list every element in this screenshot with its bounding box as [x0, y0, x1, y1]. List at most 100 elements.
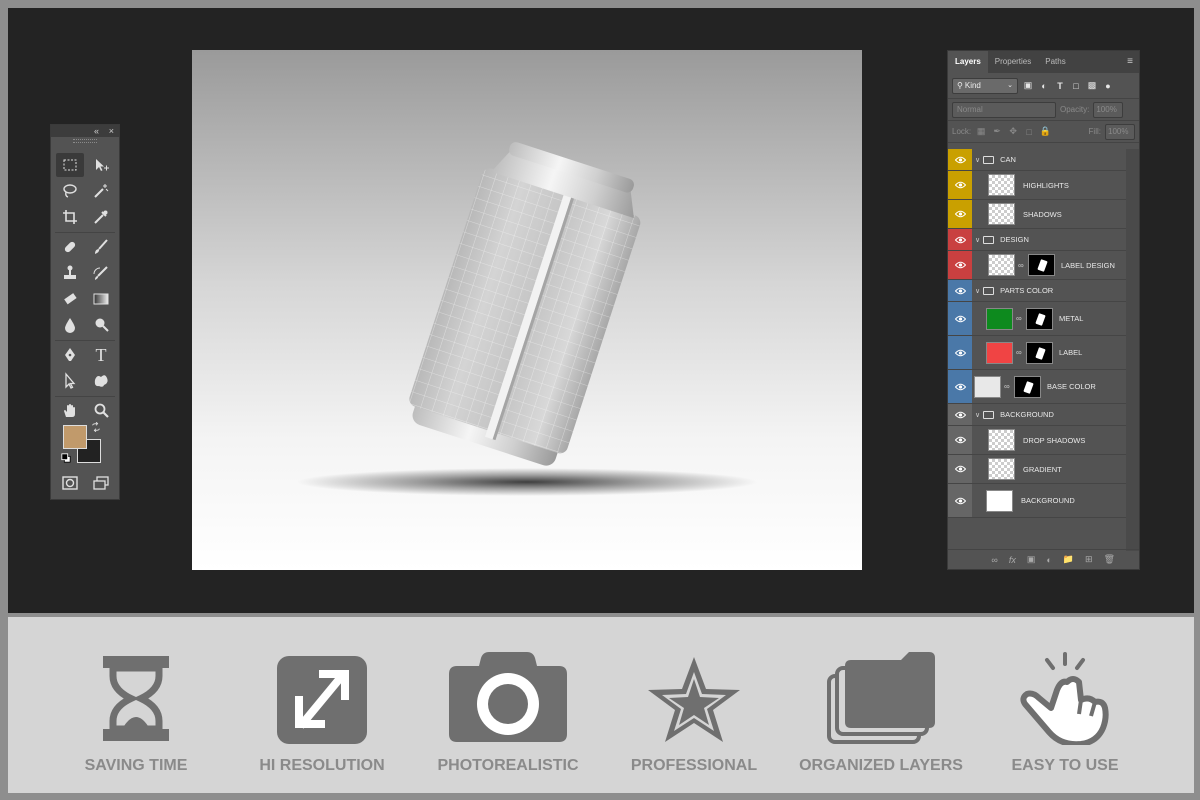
layer-mask-thumbnail[interactable] [1026, 341, 1053, 364]
default-colors-icon[interactable] [59, 451, 73, 465]
layer-row[interactable]: ∨ BACKGROUND [948, 404, 1126, 426]
type-icon[interactable]: T [87, 343, 115, 367]
layer-name: LABEL [1059, 348, 1083, 357]
panel-menu-icon[interactable]: ≡ [1127, 51, 1133, 73]
fx-icon[interactable]: fx [1009, 555, 1016, 565]
lock-all-icon[interactable]: 🔒 [1039, 126, 1051, 138]
lock-artboard-icon[interactable]: □ [1023, 126, 1035, 138]
layer-row[interactable]: ∨ PARTS COLOR [948, 280, 1126, 302]
screen-mode-icon[interactable] [87, 471, 115, 495]
group-expand-chevron-icon[interactable]: ∨ [975, 156, 980, 164]
layer-row[interactable]: SHADOWS [948, 200, 1126, 229]
hand-icon[interactable] [56, 399, 84, 423]
blend-row: Normal Opacity: 100% [948, 99, 1139, 121]
visibility-eye-icon[interactable] [948, 200, 972, 228]
visibility-eye-icon[interactable] [948, 426, 972, 454]
visibility-eye-icon[interactable] [948, 149, 972, 170]
healing-brush-icon[interactable] [56, 235, 84, 259]
layer-row[interactable]: ∞ LABEL DESIGN [948, 251, 1126, 280]
visibility-eye-icon[interactable] [948, 336, 972, 369]
tab-properties[interactable]: Properties [988, 51, 1038, 73]
lasso-icon[interactable] [56, 179, 84, 203]
mask-link-icon[interactable]: ∞ [1016, 348, 1024, 357]
pen-icon[interactable] [56, 343, 84, 367]
visibility-eye-icon[interactable] [948, 370, 972, 403]
eyedropper-icon[interactable] [87, 205, 115, 229]
opacity-input[interactable]: 100% [1093, 101, 1124, 118]
mask-link-icon[interactable]: ∞ [1018, 261, 1026, 270]
gradient-icon[interactable] [87, 287, 115, 311]
layer-row[interactable]: ∨ DESIGN [948, 229, 1126, 251]
layer-mask-thumbnail[interactable] [1014, 375, 1041, 398]
layer-row[interactable]: HIGHLIGHTS [948, 171, 1126, 200]
quick-mask-icon[interactable] [56, 471, 84, 495]
clone-stamp-icon[interactable] [56, 261, 84, 285]
layers-panel: Layers Properties Paths ≡ ⚲ Kind ⌄ ▣ ◐ T… [947, 50, 1140, 570]
tab-paths[interactable]: Paths [1038, 51, 1072, 73]
custom-shape-icon[interactable] [87, 369, 115, 393]
filter-toggle-icon[interactable]: ● [1102, 80, 1114, 92]
layer-row[interactable]: ∨ CAN [948, 149, 1126, 171]
mask-link-icon[interactable]: ∞ [1016, 314, 1024, 323]
zoom-icon[interactable] [87, 399, 115, 423]
delete-layer-icon[interactable]: 🗑 [1104, 554, 1115, 565]
foreground-color-swatch[interactable] [63, 425, 87, 449]
shape-filter-icon[interactable]: □ [1070, 80, 1082, 92]
group-expand-chevron-icon[interactable]: ∨ [975, 287, 980, 295]
adjustment-filter-icon[interactable]: ◐ [1038, 80, 1050, 92]
brush-icon[interactable] [87, 235, 115, 259]
path-selection-icon[interactable] [56, 369, 84, 393]
rectangular-marquee-icon[interactable] [56, 153, 84, 177]
type-filter-icon[interactable]: T [1054, 80, 1066, 92]
magic-wand-icon[interactable] [87, 179, 115, 203]
add-mask-icon[interactable]: ▣ [1027, 554, 1036, 565]
layer-mask-thumbnail[interactable] [1026, 307, 1053, 330]
visibility-eye-icon[interactable] [948, 280, 972, 301]
layer-thumbnail [986, 341, 1013, 364]
visibility-eye-icon[interactable] [948, 404, 972, 425]
lock-image-icon[interactable]: ✒ [991, 126, 1003, 138]
link-layers-icon[interactable]: ∞ [991, 555, 997, 565]
layer-row[interactable]: ∞ METAL [948, 302, 1126, 336]
lock-position-icon[interactable]: ✥ [1007, 126, 1019, 138]
layer-row[interactable]: GRADIENT [948, 455, 1126, 484]
history-brush-icon[interactable] [87, 261, 115, 285]
layer-mask-thumbnail[interactable] [1028, 254, 1055, 276]
fill-input[interactable]: 100% [1105, 123, 1135, 140]
new-layer-icon[interactable]: ⊞ [1085, 554, 1093, 565]
layer-thumbnail [986, 489, 1013, 512]
blur-icon[interactable] [56, 313, 84, 337]
smart-object-filter-icon[interactable]: ▩ [1086, 80, 1098, 92]
adjustment-layer-icon[interactable]: ◐ [1046, 555, 1051, 565]
visibility-eye-icon[interactable] [948, 302, 972, 335]
swap-colors-icon[interactable] [89, 421, 103, 433]
filter-kind-select[interactable]: ⚲ Kind ⌄ [952, 77, 1018, 94]
visibility-eye-icon[interactable] [948, 251, 972, 279]
collapse-icon[interactable]: « [94, 125, 99, 137]
layer-row[interactable]: ∞ LABEL [948, 336, 1126, 370]
group-expand-chevron-icon[interactable]: ∨ [975, 236, 980, 244]
visibility-eye-icon[interactable] [948, 484, 972, 517]
visibility-eye-icon[interactable] [948, 229, 972, 250]
layer-row[interactable]: DROP SHADOWS [948, 426, 1126, 455]
crop-icon[interactable] [56, 205, 84, 229]
tab-layers[interactable]: Layers [948, 51, 988, 73]
document-canvas[interactable] [192, 50, 862, 570]
eraser-icon[interactable] [56, 287, 84, 311]
visibility-eye-icon[interactable] [948, 455, 972, 483]
dodge-icon[interactable] [87, 313, 115, 337]
group-expand-chevron-icon[interactable]: ∨ [975, 411, 980, 419]
close-icon[interactable]: × [109, 125, 114, 137]
layer-row[interactable]: ∞ BASE COLOR [948, 370, 1126, 404]
lock-transparent-icon[interactable]: ▦ [975, 126, 987, 138]
visibility-eye-icon[interactable] [948, 171, 972, 199]
blend-mode-select[interactable]: Normal [952, 101, 1056, 118]
layers-scrollbar[interactable] [1126, 149, 1139, 551]
mask-link-icon[interactable]: ∞ [1004, 382, 1012, 391]
pixel-filter-icon[interactable]: ▣ [1022, 80, 1034, 92]
move-icon[interactable] [87, 153, 115, 177]
layer-row[interactable]: BACKGROUND [948, 484, 1126, 518]
new-group-icon[interactable]: 📁 [1063, 554, 1074, 565]
panel-grip[interactable] [73, 139, 97, 143]
filter-row: ⚲ Kind ⌄ ▣ ◐ T □ ▩ ● [948, 73, 1139, 99]
